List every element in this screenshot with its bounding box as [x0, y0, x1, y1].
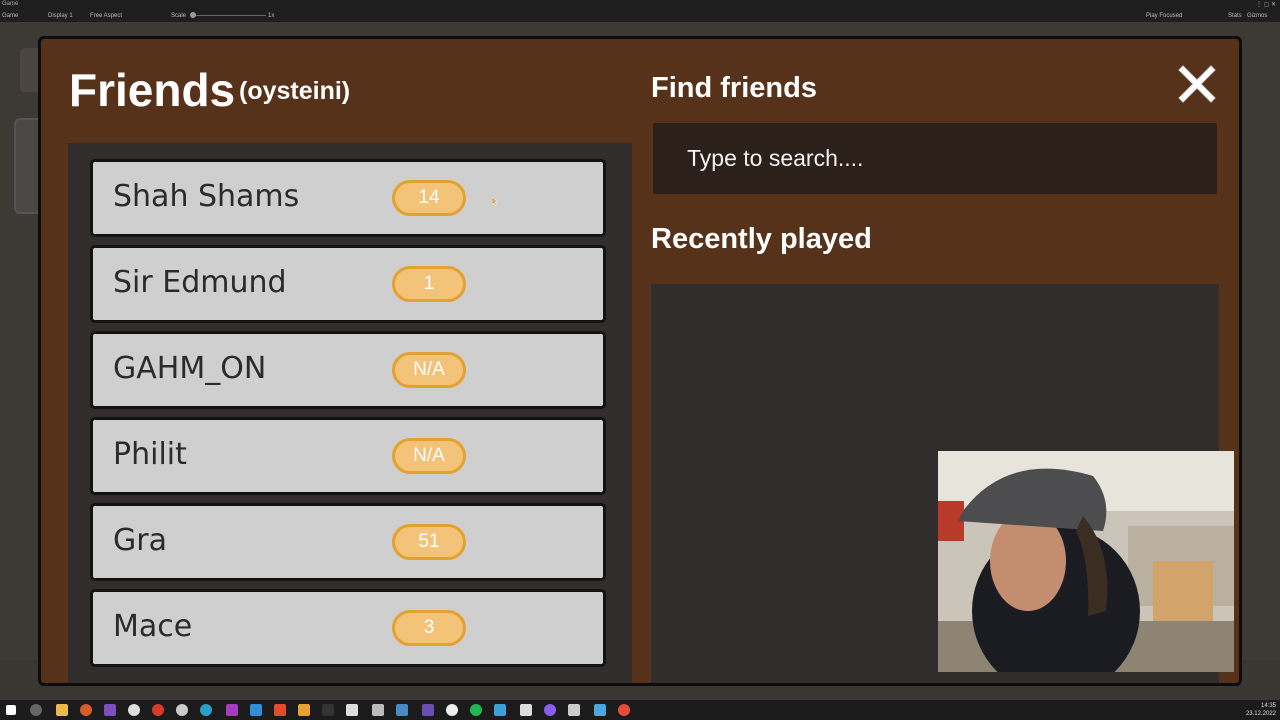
app-icon[interactable]	[494, 704, 506, 716]
messenger-icon[interactable]	[544, 704, 556, 716]
edge-icon[interactable]	[200, 704, 212, 716]
app-icon[interactable]	[618, 704, 630, 716]
app-icon[interactable]	[422, 704, 434, 716]
game-tab[interactable]: Game	[2, 1, 18, 7]
clock-time: 14:35	[1260, 703, 1276, 709]
calendar-icon[interactable]	[250, 704, 262, 716]
panel-title: Friends	[69, 64, 236, 116]
gizmos-button[interactable]: Gizmos	[1247, 13, 1267, 19]
stats-button[interactable]: Stats	[1228, 13, 1242, 19]
scale-label: Scale	[171, 13, 187, 19]
game-view-controls: Game Display 1 Free Aspect Scale 1x Play…	[0, 11, 1280, 22]
app-icon[interactable]	[176, 704, 188, 716]
close-x-icon	[1178, 65, 1216, 103]
friend-row[interactable]: Shah Shams 14	[90, 159, 606, 237]
editor-toolbar: Game Game Display 1 Free Aspect Scale 1x…	[0, 0, 1280, 22]
windows-start-icon[interactable]	[6, 705, 16, 715]
system-clock[interactable]: 14:35 23.12.2022	[1246, 702, 1276, 718]
friend-name: Mace	[113, 609, 193, 644]
scale-slider[interactable]	[190, 12, 270, 18]
display-dropdown[interactable]: Display 1	[48, 13, 73, 19]
friend-name: Philit	[113, 437, 187, 472]
window-controls[interactable]: ⋮ ▢ ✕	[1256, 1, 1276, 8]
friend-count-badge: 3	[392, 610, 466, 646]
app-icon[interactable]	[152, 704, 164, 716]
friend-row[interactable]: GAHM_ON N/A	[90, 331, 606, 409]
friend-search-input[interactable]	[653, 123, 1217, 194]
friend-row[interactable]: Gra 51	[90, 503, 606, 581]
clock-date: 23.12.2022	[1245, 711, 1276, 717]
username-label: (oysteini)	[239, 77, 351, 105]
close-button[interactable]	[1174, 61, 1220, 107]
chrome-icon[interactable]	[128, 704, 140, 716]
search-icon[interactable]	[30, 704, 42, 716]
app-icon[interactable]	[274, 704, 286, 716]
friend-name: GAHM_ON	[113, 351, 267, 386]
recently-played-heading: Recently played	[651, 223, 872, 255]
friend-name: Shah Shams	[113, 179, 300, 214]
spotify-icon[interactable]	[470, 704, 482, 716]
onenote-icon[interactable]	[226, 704, 238, 716]
taskbar: 14:35 23.12.2022	[0, 700, 1280, 720]
friend-row[interactable]: Philit N/A	[90, 417, 606, 495]
friend-count-badge: 1	[392, 266, 466, 302]
friend-count-badge: N/A	[392, 438, 466, 474]
app-icon[interactable]	[396, 704, 408, 716]
sublime-icon[interactable]	[298, 704, 310, 716]
file-explorer-icon[interactable]	[56, 704, 68, 716]
unity-icon[interactable]	[520, 704, 532, 716]
play-mode-dropdown[interactable]: Play Focused	[1146, 13, 1182, 19]
friend-count-badge: N/A	[392, 352, 466, 388]
app-icon[interactable]	[372, 704, 384, 716]
firefox-icon[interactable]	[80, 704, 92, 716]
find-friends-heading: Find friends	[651, 72, 817, 104]
scale-value: 1x	[268, 13, 275, 19]
app-icon[interactable]	[568, 704, 580, 716]
friend-count-badge: 14	[392, 180, 466, 216]
friend-row[interactable]: Sir Edmund 1	[90, 245, 606, 323]
mouse-cursor-icon	[491, 192, 500, 211]
friend-name: Sir Edmund	[113, 265, 287, 300]
friends-list[interactable]: Shah Shams 14 Sir Edmund 1 GAHM_ON N/A P…	[68, 143, 632, 683]
aspect-dropdown[interactable]: Free Aspect	[90, 13, 122, 19]
figma-icon[interactable]	[322, 704, 334, 716]
visual-studio-icon[interactable]	[104, 704, 116, 716]
mail-icon[interactable]	[594, 704, 606, 716]
github-icon[interactable]	[446, 704, 458, 716]
app-icon[interactable]	[346, 704, 358, 716]
friend-name: Gra	[113, 523, 167, 558]
friend-count-badge: 51	[392, 524, 466, 560]
game-view-dropdown[interactable]: Game	[2, 13, 18, 19]
friend-row[interactable]: Mace 3	[90, 589, 606, 667]
webcam-overlay	[938, 451, 1234, 672]
webcam-image	[938, 451, 1234, 672]
